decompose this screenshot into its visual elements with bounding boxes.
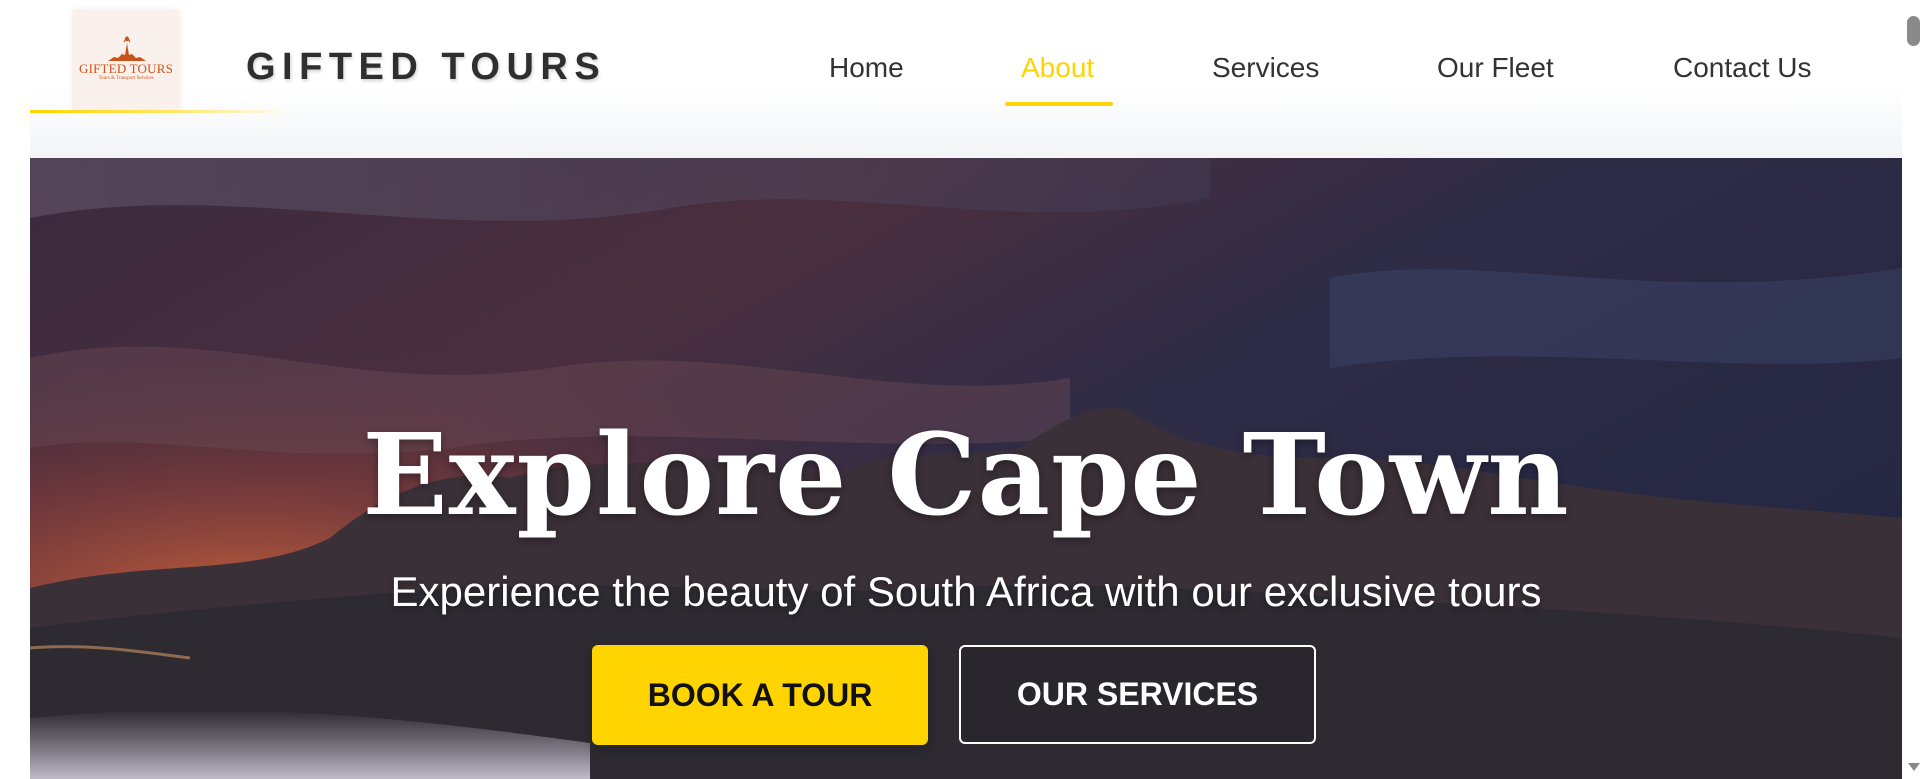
- main-nav: Home About Services Our Fleet Contact Us: [30, 52, 1902, 92]
- hero-subtitle: Experience the beauty of South Africa wi…: [390, 568, 1542, 615]
- logo-underline: [30, 110, 290, 113]
- page-left-margin: [0, 0, 30, 779]
- nav-our-fleet[interactable]: Our Fleet: [1437, 52, 1554, 84]
- nav-services[interactable]: Services: [1212, 52, 1319, 84]
- hero-title: Explore Cape Town: [362, 410, 1570, 542]
- site-header: GIFTED TOURS Tours & Transport Services …: [30, 0, 1902, 158]
- page: GIFTED TOURS Tours & Transport Services …: [30, 0, 1902, 779]
- nav-contact-us[interactable]: Contact Us: [1673, 52, 1812, 84]
- nav-about[interactable]: About: [1021, 52, 1094, 84]
- scrollbar-thumb[interactable]: [1907, 16, 1920, 46]
- our-services-button[interactable]: OUR SERVICES: [959, 645, 1316, 744]
- vertical-scrollbar[interactable]: [1902, 0, 1926, 779]
- nav-home[interactable]: Home: [829, 52, 904, 84]
- book-a-tour-button[interactable]: BOOK A TOUR: [592, 645, 928, 745]
- nav-active-indicator: [1005, 102, 1113, 106]
- hero-section: Explore Cape Town Experience the beauty …: [30, 158, 1902, 779]
- scroll-down-arrow-icon[interactable]: [1908, 763, 1920, 771]
